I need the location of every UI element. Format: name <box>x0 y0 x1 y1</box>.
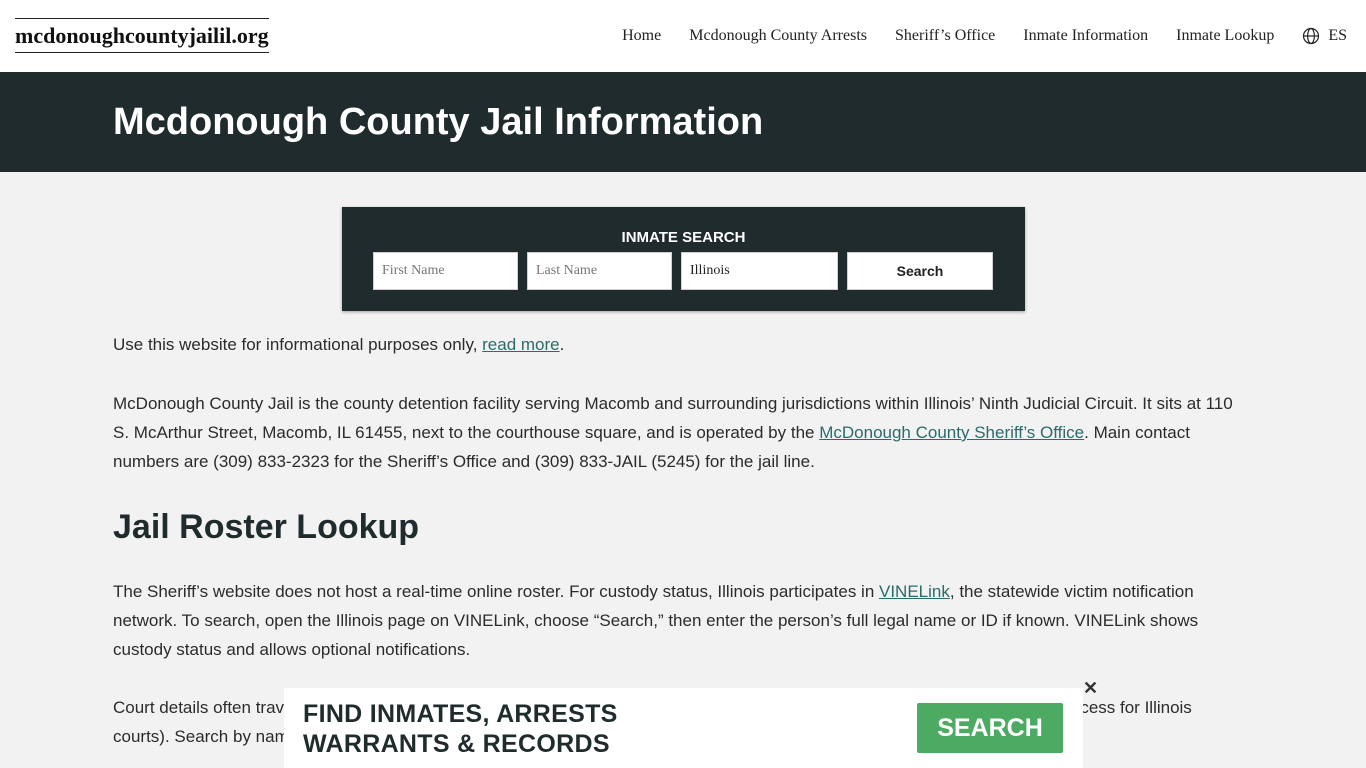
search-button[interactable]: Search <box>847 252 993 290</box>
roster-heading: Jail Roster Lookup <box>113 508 420 546</box>
vinelink-link[interactable]: VINELink <box>879 582 950 601</box>
globe-icon <box>1303 27 1320 45</box>
inmate-search-panel: INMATE SEARCH Search <box>342 207 1025 311</box>
nav-inmate-lookup[interactable]: Inmate Lookup <box>1176 25 1274 47</box>
intro-paragraph: McDonough County Jail is the county dete… <box>113 389 1243 476</box>
language-switch[interactable]: ES <box>1302 27 1347 45</box>
read-more-link[interactable]: read more <box>482 335 559 354</box>
ad-headline: FIND INMATES, ARRESTS WARRANTS & RECORDS <box>303 699 618 759</box>
sheriffs-office-link[interactable]: McDonough County Sheriff’s Office <box>819 423 1084 442</box>
main-nav: Home Mcdonough County Arrests Sheriff’s … <box>622 25 1347 47</box>
page-header: Mcdonough County Jail Information <box>0 72 1366 172</box>
site-logo[interactable]: mcdonoughcountyjailil.org <box>15 18 269 53</box>
roster-paragraph: The Sheriff’s website does not host a re… <box>113 577 1243 664</box>
ad-line-1: FIND INMATES, ARRESTS <box>303 700 618 728</box>
language-label: ES <box>1328 27 1347 44</box>
close-icon[interactable]: ✕ <box>1083 679 1098 697</box>
ad-search-button[interactable]: SEARCH <box>917 703 1063 753</box>
roster-text-a: The Sheriff’s website does not host a re… <box>113 582 879 601</box>
disclaimer-text: Use this website for informational purpo… <box>113 335 483 354</box>
nav-arrests[interactable]: Mcdonough County Arrests <box>689 25 867 47</box>
nav-home[interactable]: Home <box>622 25 661 47</box>
disclaimer: Use this website for informational purpo… <box>113 330 1243 359</box>
state-input[interactable] <box>681 252 838 290</box>
nav-sheriffs-office[interactable]: Sheriff’s Office <box>895 25 995 47</box>
page-title: Mcdonough County Jail Information <box>113 101 764 143</box>
ad-line-2: WARRANTS & RECORDS <box>303 730 610 758</box>
nav-inmate-information[interactable]: Inmate Information <box>1023 25 1148 47</box>
last-name-input[interactable] <box>527 252 672 290</box>
search-title: INMATE SEARCH <box>621 229 746 246</box>
disclaimer-end: . <box>559 335 565 354</box>
first-name-input[interactable] <box>373 252 518 290</box>
top-navbar: mcdonoughcountyjailil.org Home Mcdonough… <box>0 0 1366 72</box>
ad-banner[interactable]: FIND INMATES, ARRESTS WARRANTS & RECORDS… <box>284 688 1083 768</box>
